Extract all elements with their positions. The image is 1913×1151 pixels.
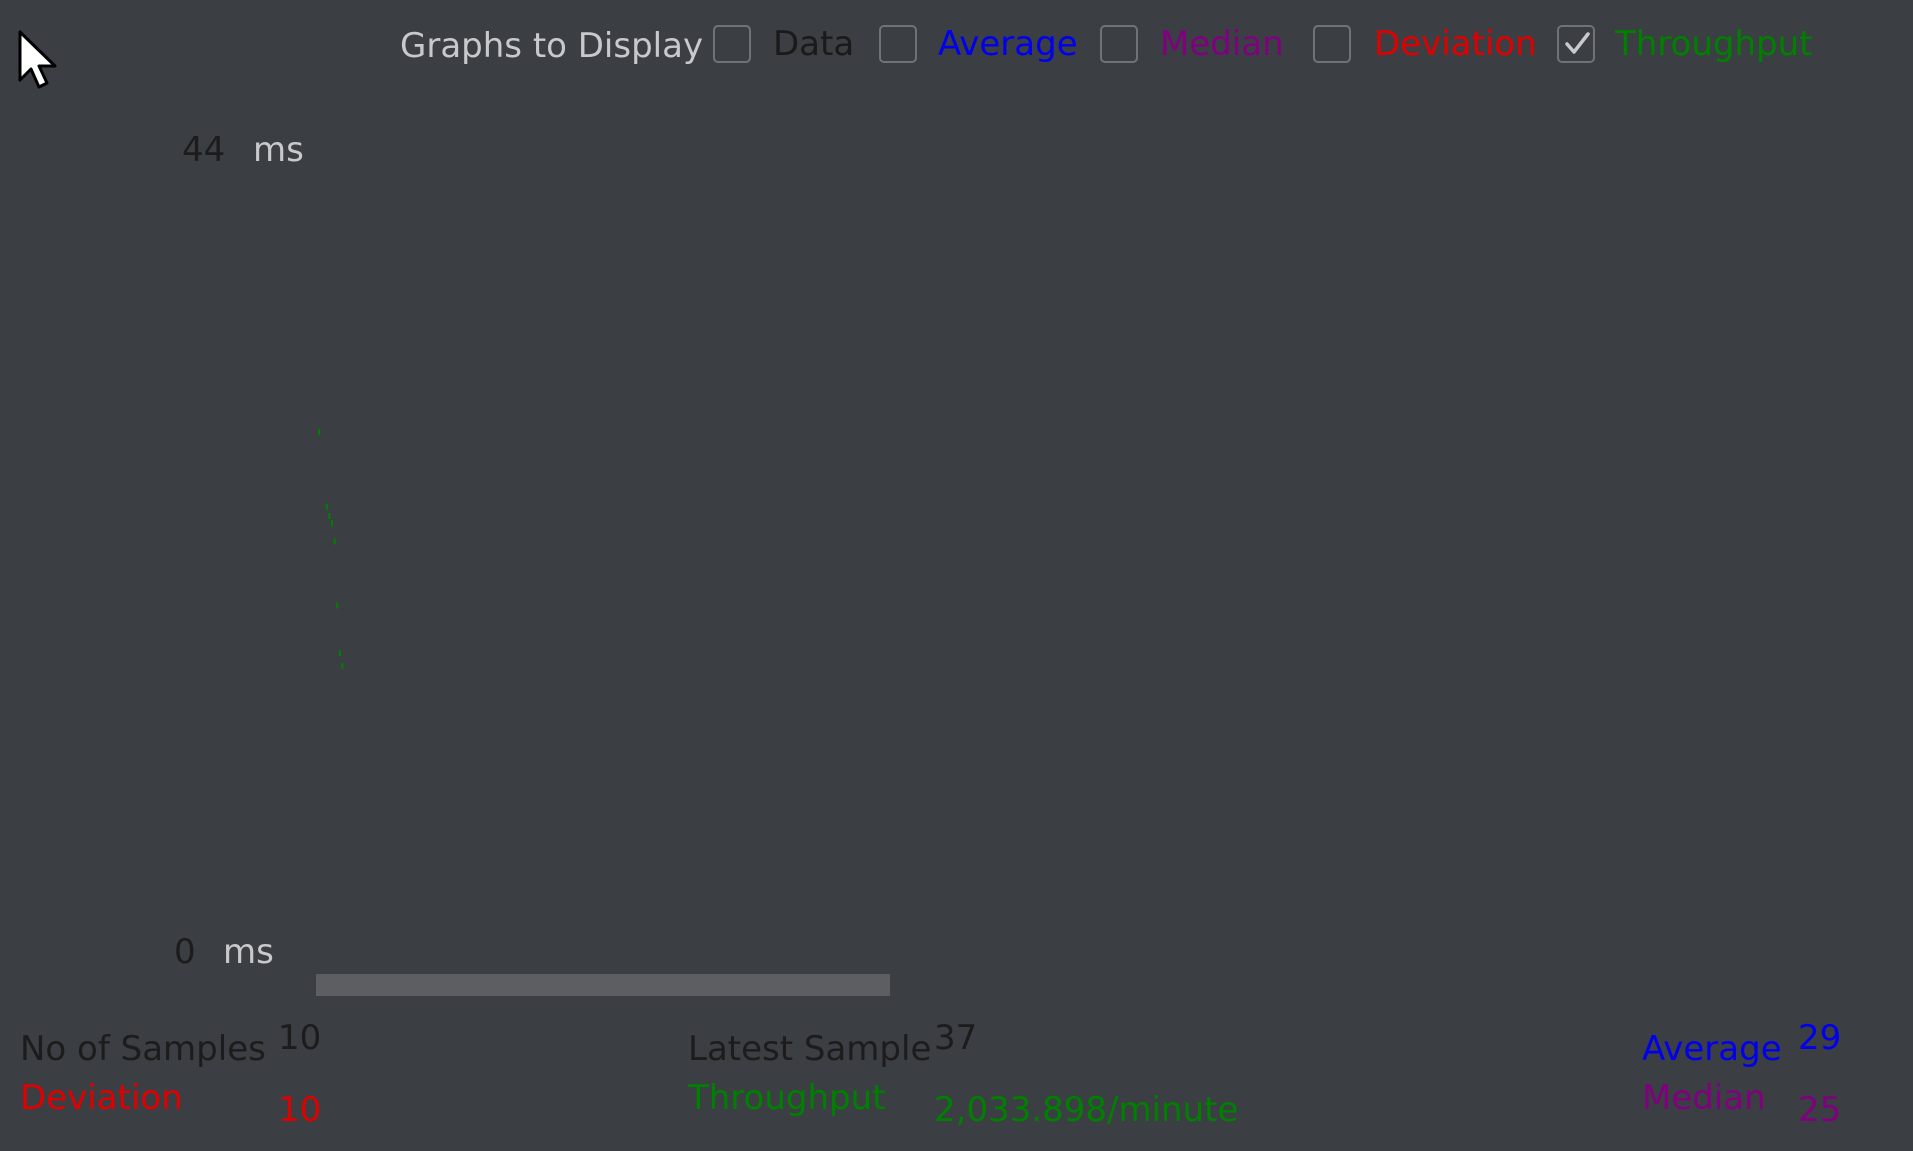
graph-plot-area	[318, 428, 344, 669]
median-value: 25	[1798, 1090, 1842, 1130]
throughput-label: Throughput	[688, 1078, 886, 1118]
throughput-point	[325, 503, 328, 510]
throughput-point	[318, 428, 320, 435]
graph-horizontal-scrollbar[interactable]	[316, 974, 890, 996]
no-of-samples-value: 10	[278, 1018, 322, 1058]
average-value: 29	[1798, 1018, 1842, 1058]
throughput-point	[328, 512, 331, 519]
throughput-value: 2,033.898/minute	[934, 1090, 1239, 1130]
throughput-point	[336, 602, 339, 609]
throughput-point	[341, 662, 344, 669]
latest-sample-value: 37	[934, 1018, 978, 1058]
throughput-point	[333, 538, 336, 545]
throughput-point	[331, 520, 333, 527]
average-label: Average	[1642, 1029, 1782, 1069]
median-label: Median	[1642, 1078, 1766, 1118]
no-of-samples-label: No of Samples	[20, 1029, 266, 1069]
throughput-point	[338, 650, 341, 657]
deviation-value: 10	[278, 1090, 322, 1130]
deviation-label: Deviation	[20, 1078, 183, 1118]
latest-sample-label: Latest Sample	[688, 1029, 932, 1069]
